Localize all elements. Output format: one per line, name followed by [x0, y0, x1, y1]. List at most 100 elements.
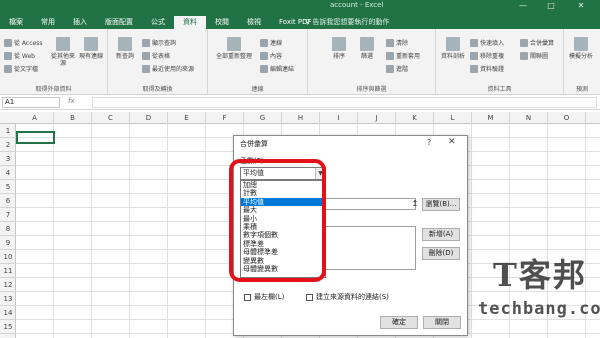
- sort-button[interactable]: 排序: [326, 37, 352, 60]
- advanced-button[interactable]: 進階: [386, 64, 408, 73]
- row-header[interactable]: 1: [0, 124, 16, 138]
- new-query-button[interactable]: 新查詢: [112, 37, 138, 60]
- connections-icon: [84, 37, 98, 51]
- minimize-button[interactable]: —: [512, 0, 534, 12]
- column-header[interactable]: M: [472, 112, 510, 124]
- column-header[interactable]: I: [320, 112, 358, 124]
- row-header[interactable]: 12: [0, 278, 16, 292]
- from-text-button[interactable]: 從文字檔: [4, 64, 38, 73]
- row-header[interactable]: 6: [0, 194, 16, 208]
- row-header[interactable]: 2: [0, 138, 16, 152]
- edit-links-button[interactable]: 編輯連結: [260, 64, 294, 73]
- column-header[interactable]: D: [130, 112, 168, 124]
- column-header[interactable]: L: [434, 112, 472, 124]
- sort-icon: [332, 37, 346, 51]
- reapply-button[interactable]: 重新套用: [386, 51, 420, 60]
- left-column-checkbox[interactable]: 最左欄(L): [244, 292, 284, 302]
- group-data-tools: 資料剖析 快速填入 移除重複 資料驗證 合併彙算 關聯圖 資料工具: [436, 29, 564, 95]
- ribbon: 從 Access 從 Web 從文字檔 從其他來源 現有連線 取得外部資料 新查…: [0, 29, 600, 95]
- active-cell-a1[interactable]: [16, 131, 55, 144]
- group-sort-filter: 排序 篩選 清除 重新套用 進階 排序與篩選: [308, 29, 436, 95]
- column-header[interactable]: J: [358, 112, 396, 124]
- from-table-button[interactable]: 從表格: [142, 51, 170, 60]
- new-query-icon: [118, 37, 132, 51]
- refresh-all-button[interactable]: 全部重新整理: [216, 37, 252, 60]
- row-header[interactable]: 7: [0, 208, 16, 222]
- ok-button[interactable]: 確定: [380, 316, 418, 329]
- checkbox-box[interactable]: [306, 293, 313, 301]
- column-header[interactable]: G: [244, 112, 282, 124]
- tab-data[interactable]: 資料: [174, 16, 206, 29]
- close-dialog-button[interactable]: 關閉: [423, 316, 461, 329]
- tab-review[interactable]: 校閱: [206, 16, 238, 29]
- maximize-button[interactable]: □: [540, 0, 562, 12]
- show-queries-button[interactable]: 顯示查詢: [142, 38, 176, 47]
- row-header[interactable]: 8: [0, 222, 16, 236]
- row-header[interactable]: 11: [0, 264, 16, 278]
- group-label: 資料工具: [487, 86, 512, 93]
- column-header[interactable]: C: [92, 112, 130, 124]
- delete-button[interactable]: 刪除(D): [422, 247, 460, 260]
- from-other-sources-button[interactable]: 從其他來源: [50, 37, 76, 67]
- tab-home[interactable]: 常用: [32, 16, 64, 29]
- tab-insert[interactable]: 插入: [64, 16, 96, 29]
- connections-button[interactable]: 連線: [260, 38, 282, 47]
- checkbox-box[interactable]: [244, 293, 251, 301]
- row-header[interactable]: 9: [0, 236, 16, 250]
- name-box[interactable]: A1: [2, 97, 60, 108]
- group-get-external-data: 從 Access 從 Web 從文字檔 從其他來源 現有連線 取得外部資料: [0, 29, 108, 95]
- tab-page-layout[interactable]: 版面配置: [96, 16, 142, 29]
- row-header[interactable]: 14: [0, 306, 16, 320]
- what-if-analysis-button[interactable]: 模擬分析: [568, 37, 594, 60]
- recent-sources-button[interactable]: 最近使用的來源: [142, 64, 194, 73]
- column-header[interactable]: A: [16, 112, 54, 124]
- flash-fill-icon: [470, 38, 478, 47]
- add-button[interactable]: 新增(A): [422, 228, 460, 241]
- tell-me-search[interactable]: ♀ 告訴我您想要執行的動作: [305, 17, 389, 27]
- column-header[interactable]: H: [282, 112, 320, 124]
- group-connections: 全部重新整理 連線 內容 編輯連結 連線: [208, 29, 308, 95]
- relationships-button[interactable]: 關聯圖: [520, 51, 548, 60]
- tab-formulas[interactable]: 公式: [142, 16, 174, 29]
- column-header[interactable]: F: [206, 112, 244, 124]
- web-icon: [4, 51, 12, 60]
- column-header[interactable]: N: [510, 112, 548, 124]
- relationships-icon: [520, 51, 528, 60]
- row-header[interactable]: 15: [0, 320, 16, 334]
- clear-button[interactable]: 清除: [386, 38, 408, 47]
- advanced-icon: [386, 64, 394, 73]
- row-header[interactable]: 5: [0, 180, 16, 194]
- fx-icon[interactable]: fx: [68, 97, 75, 105]
- column-header[interactable]: E: [168, 112, 206, 124]
- row-header[interactable]: 13: [0, 292, 16, 306]
- access-icon: [4, 38, 12, 47]
- column-header[interactable]: O: [548, 112, 586, 124]
- filter-icon: [360, 37, 374, 51]
- group-forecast: 模擬分析 預測: [564, 29, 600, 95]
- row-header[interactable]: 10: [0, 250, 16, 264]
- text-to-columns-button[interactable]: 資料剖析: [440, 37, 466, 60]
- group-label: 排序與篩選: [356, 86, 387, 93]
- column-header[interactable]: B: [54, 112, 92, 124]
- consolidate-button[interactable]: 合併彙算: [520, 38, 554, 47]
- from-web-button[interactable]: 從 Web: [4, 51, 35, 60]
- tab-view[interactable]: 檢視: [238, 16, 270, 29]
- row-header[interactable]: 4: [0, 166, 16, 180]
- remove-duplicates-button[interactable]: 移除重複: [470, 51, 504, 60]
- close-window-button[interactable]: ✕: [570, 0, 592, 12]
- tab-file[interactable]: 檔案: [0, 16, 32, 29]
- column-header[interactable]: K: [396, 112, 434, 124]
- data-validation-button[interactable]: 資料驗證: [470, 64, 504, 73]
- filter-button[interactable]: 篩選: [354, 37, 380, 60]
- existing-connections-button[interactable]: 現有連線: [78, 37, 104, 60]
- close-icon[interactable]: ✕: [448, 137, 456, 147]
- properties-button[interactable]: 內容: [260, 51, 282, 60]
- browse-button[interactable]: 瀏覽(B)...: [422, 198, 460, 211]
- link-source-checkbox[interactable]: 建立來源資料的連結(S): [306, 292, 389, 302]
- help-icon[interactable]: ?: [427, 138, 431, 147]
- collapse-dialog-icon[interactable]: ↥: [410, 198, 420, 210]
- row-header[interactable]: 3: [0, 152, 16, 166]
- flash-fill-button[interactable]: 快速填入: [470, 38, 504, 47]
- from-access-button[interactable]: 從 Access: [4, 38, 42, 47]
- formula-input[interactable]: [92, 97, 597, 108]
